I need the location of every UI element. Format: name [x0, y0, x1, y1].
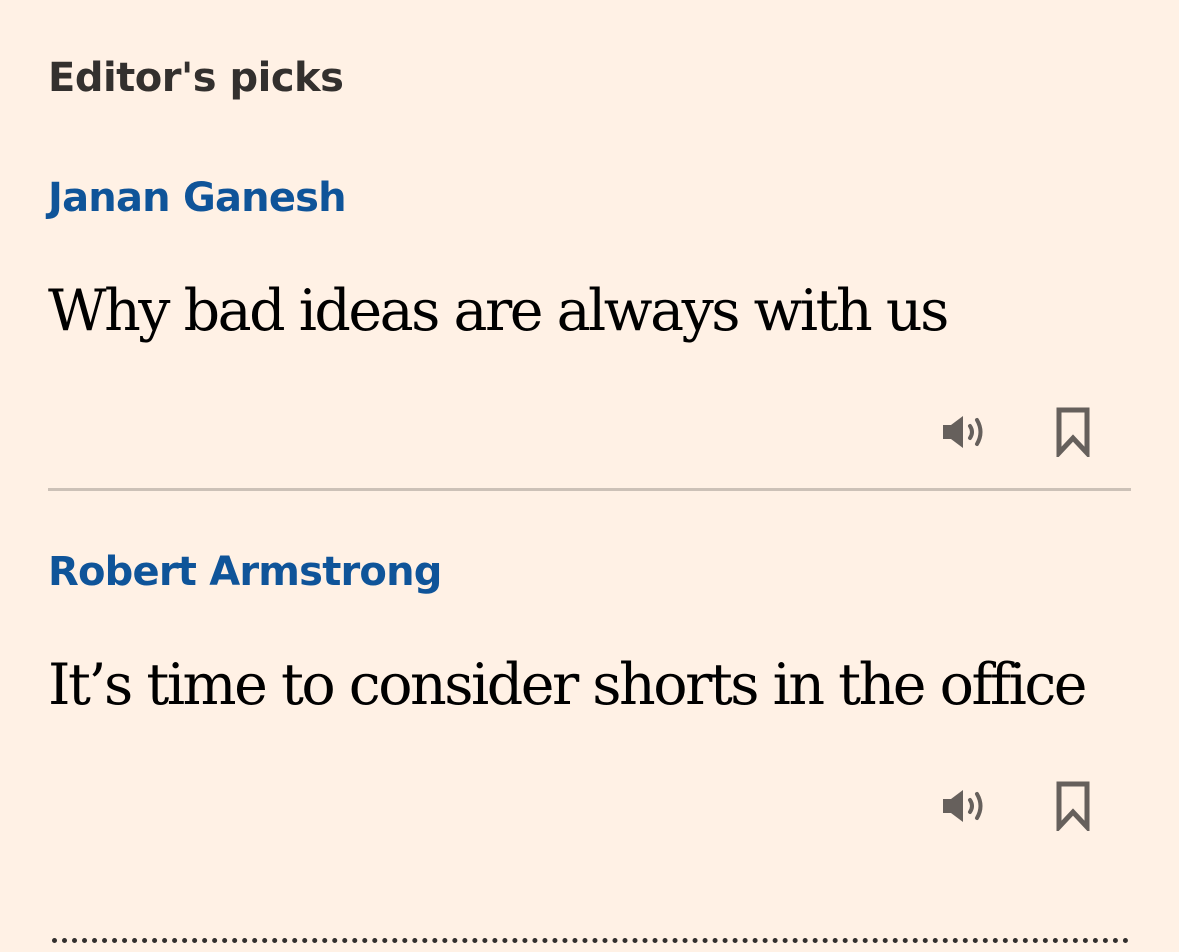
save-button[interactable]: [1045, 778, 1101, 834]
article-card: Robert Armstrong It’s time to consider s…: [48, 544, 1131, 844]
save-button[interactable]: [1045, 404, 1101, 460]
speaker-icon: [943, 416, 983, 448]
section-divider: [52, 938, 1129, 943]
listen-button[interactable]: [937, 404, 993, 460]
article-card: Janan Ganesh Why bad ideas are always wi…: [48, 170, 1131, 491]
article-actions: [937, 404, 1101, 460]
headline-link[interactable]: It’s time to consider shorts in the offi…: [48, 650, 1088, 720]
author-link[interactable]: Robert Armstrong: [48, 544, 442, 600]
section-title: Editor's picks: [48, 55, 344, 101]
author-link[interactable]: Janan Ganesh: [48, 170, 347, 226]
bookmark-icon: [1056, 407, 1090, 457]
article-actions: [937, 778, 1101, 834]
speaker-icon: [943, 790, 983, 822]
bookmark-icon: [1056, 781, 1090, 831]
headline-link[interactable]: Why bad ideas are always with us: [48, 276, 949, 346]
listen-button[interactable]: [937, 778, 993, 834]
